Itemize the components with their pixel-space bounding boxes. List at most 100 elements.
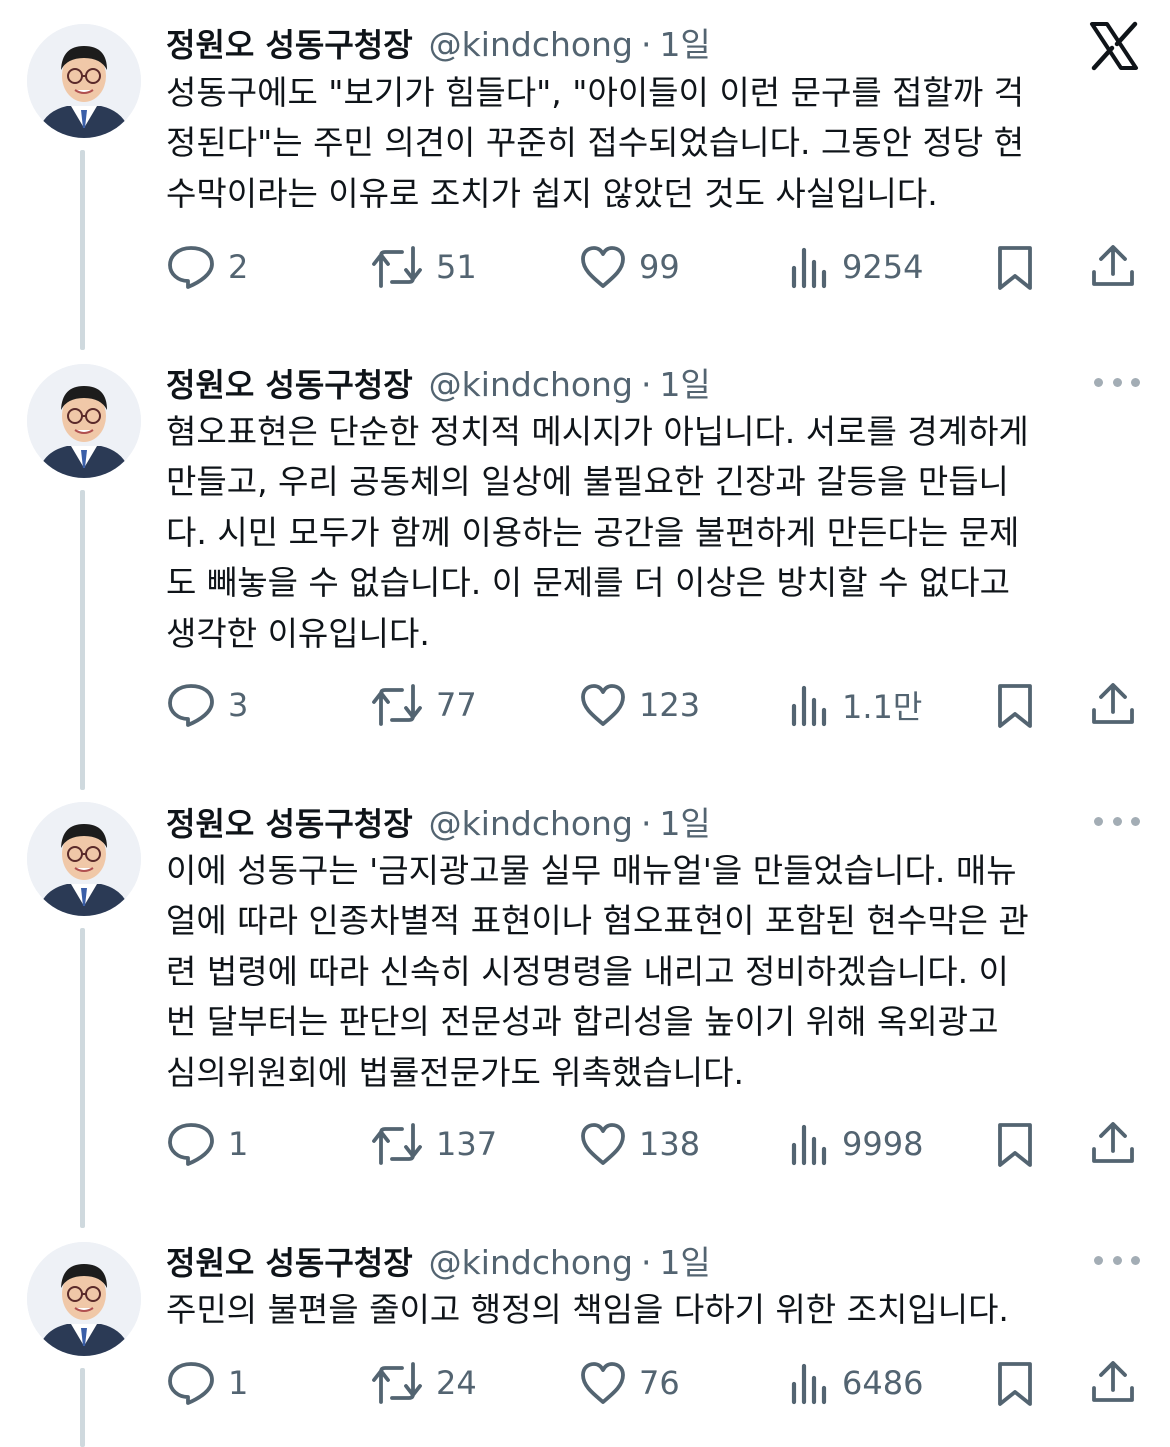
tweet-text-line: 얼에 따라 인종차별적 표현이나 혐오표현이 포함된 현수막은 관 [166,901,1029,941]
like-count: 123 [639,686,701,724]
more-dot [1112,377,1122,387]
repost-button[interactable]: 137 [370,1121,497,1167]
bookmark-button[interactable] [995,1360,1035,1408]
share-button[interactable] [1090,680,1136,728]
views-button[interactable]: 6486 [790,1360,923,1406]
timestamp[interactable]: 1일 [659,1236,710,1284]
more-dot [1131,377,1140,387]
author-name[interactable]: 정원오 성동구청장 [166,1238,413,1284]
tweet-text-line: 주민의 불편을 줄이고 행정의 책임을 다하기 위한 조치입니다. [166,1290,1009,1329]
repost-button[interactable]: 51 [370,244,477,290]
reply-button[interactable]: 2 [166,244,248,290]
views-button[interactable]: 9998 [790,1121,923,1167]
share-button[interactable] [1090,1119,1136,1167]
tweet-text-line: 만들고, 우리 공동체의 일상에 불필요한 긴장과 갈등을 만듭니 [166,462,1009,502]
views-icon [791,1363,827,1405]
avatar[interactable] [27,1242,141,1356]
like-count: 76 [639,1364,680,1402]
reply-button[interactable]: 3 [166,682,248,728]
views-count: 6486 [842,1364,924,1402]
share-icon [1092,1361,1134,1402]
views-count: 1.1만 [842,688,923,726]
tweet-text-line: 정된다"는 주민 의견이 꾸준히 접수되었습니다. 그동안 정당 현 [166,123,1025,163]
more-options-button[interactable] [1094,372,1140,392]
repost-icon [372,1362,422,1404]
share-icon [1092,683,1134,724]
thread-line [80,490,85,790]
views-button[interactable]: 9254 [790,244,923,290]
tweet-header: 정원오 성동구청장 @kindchong · 1일 [166,1236,711,1282]
like-button[interactable]: 76 [579,1360,680,1406]
author-name[interactable]: 정원오 성동구청장 [166,20,413,66]
repost-icon [372,246,422,288]
timestamp[interactable]: 1일 [659,797,710,845]
separator-dot: · [640,365,652,404]
repost-button[interactable]: 24 [370,1360,477,1406]
repost-count: 24 [436,1364,477,1402]
reply-icon [168,684,214,727]
tweet-actions: 1 24 76 6486 [0,1354,1170,1414]
reply-count: 1 [228,1364,249,1402]
reply-icon [168,1362,214,1405]
timestamp[interactable]: 1일 [659,18,710,66]
bookmark-icon [998,1123,1032,1167]
more-dot [1131,816,1140,826]
share-button[interactable] [1090,242,1136,290]
author-name[interactable]: 정원오 성동구청장 [166,360,413,406]
separator-dot: · [640,1243,652,1282]
avatar[interactable] [27,24,141,138]
repost-count: 137 [436,1125,498,1163]
more-dot [1112,816,1122,826]
more-options-button[interactable] [1094,1250,1140,1270]
reply-count: 2 [228,248,249,286]
more-dot [1094,1255,1103,1265]
repost-icon [372,684,422,726]
tweet-text-line: 혐오표현은 단순한 정치적 메시지가 아닙니다. 서로를 경계하게 [166,412,1029,451]
like-button[interactable]: 123 [579,682,700,728]
reply-count: 1 [228,1125,249,1163]
reply-button[interactable]: 1 [166,1121,248,1167]
repost-icon [372,1123,422,1165]
reply-icon [168,246,214,289]
bookmark-button[interactable] [995,682,1035,730]
views-count: 9998 [842,1125,924,1163]
tweet-text-line: 성동구에도 "보기가 힘들다", "아이들이 이런 문구를 접할까 걱 [166,73,1025,112]
heart-icon [581,246,625,288]
author-handle[interactable]: @kindchong [429,1243,633,1282]
separator-dot: · [640,25,652,64]
author-handle[interactable]: @kindchong [429,25,633,64]
like-button[interactable]: 99 [579,244,680,290]
tweet-header: 정원오 성동구청장 @kindchong · 1일 [166,358,711,404]
heart-icon [581,1362,625,1404]
author-name[interactable]: 정원오 성동구청장 [166,799,413,845]
share-icon [1092,245,1134,286]
author-handle[interactable]: @kindchong [429,804,633,843]
bookmark-icon [998,684,1032,728]
share-button[interactable] [1090,1358,1136,1406]
bookmark-icon [998,1362,1032,1406]
reply-count: 3 [228,686,249,724]
x-logo-icon[interactable] [1088,20,1140,72]
avatar[interactable] [27,802,141,916]
tweet-actions: 1 137 138 9998 [0,1115,1170,1175]
tweet-actions: 3 77 123 1.1만 [0,676,1170,736]
bookmark-button[interactable] [995,1121,1035,1169]
author-handle[interactable]: @kindchong [429,365,633,404]
tweet-header: 정원오 성동구청장 @kindchong · 1일 [166,18,711,64]
reply-button[interactable]: 1 [166,1360,248,1406]
views-button[interactable]: 1.1만 [790,682,922,728]
tweet-text: 성동구에도 "보기가 힘들다", "아이들이 이런 문구를 접할까 걱 정된다"… [166,68,1141,219]
more-options-button[interactable] [1094,811,1140,831]
tweet-text-line: 다. 시민 모두가 함께 이용하는 공간을 불편하게 만든다는 문제 [166,512,1020,552]
bookmark-button[interactable] [995,244,1035,292]
timestamp[interactable]: 1일 [659,358,710,406]
heart-icon [581,684,625,726]
views-icon [791,1124,827,1166]
tweet-text-line: 생각한 이유입니다. [166,613,430,653]
reply-icon [168,1123,214,1166]
avatar[interactable] [27,364,141,478]
tweet-text: 혐오표현은 단순한 정치적 메시지가 아닙니다. 서로를 경계하게 만들고, 우… [166,407,1141,659]
repost-button[interactable]: 77 [370,682,477,728]
like-count: 138 [639,1125,701,1163]
like-button[interactable]: 138 [579,1121,700,1167]
